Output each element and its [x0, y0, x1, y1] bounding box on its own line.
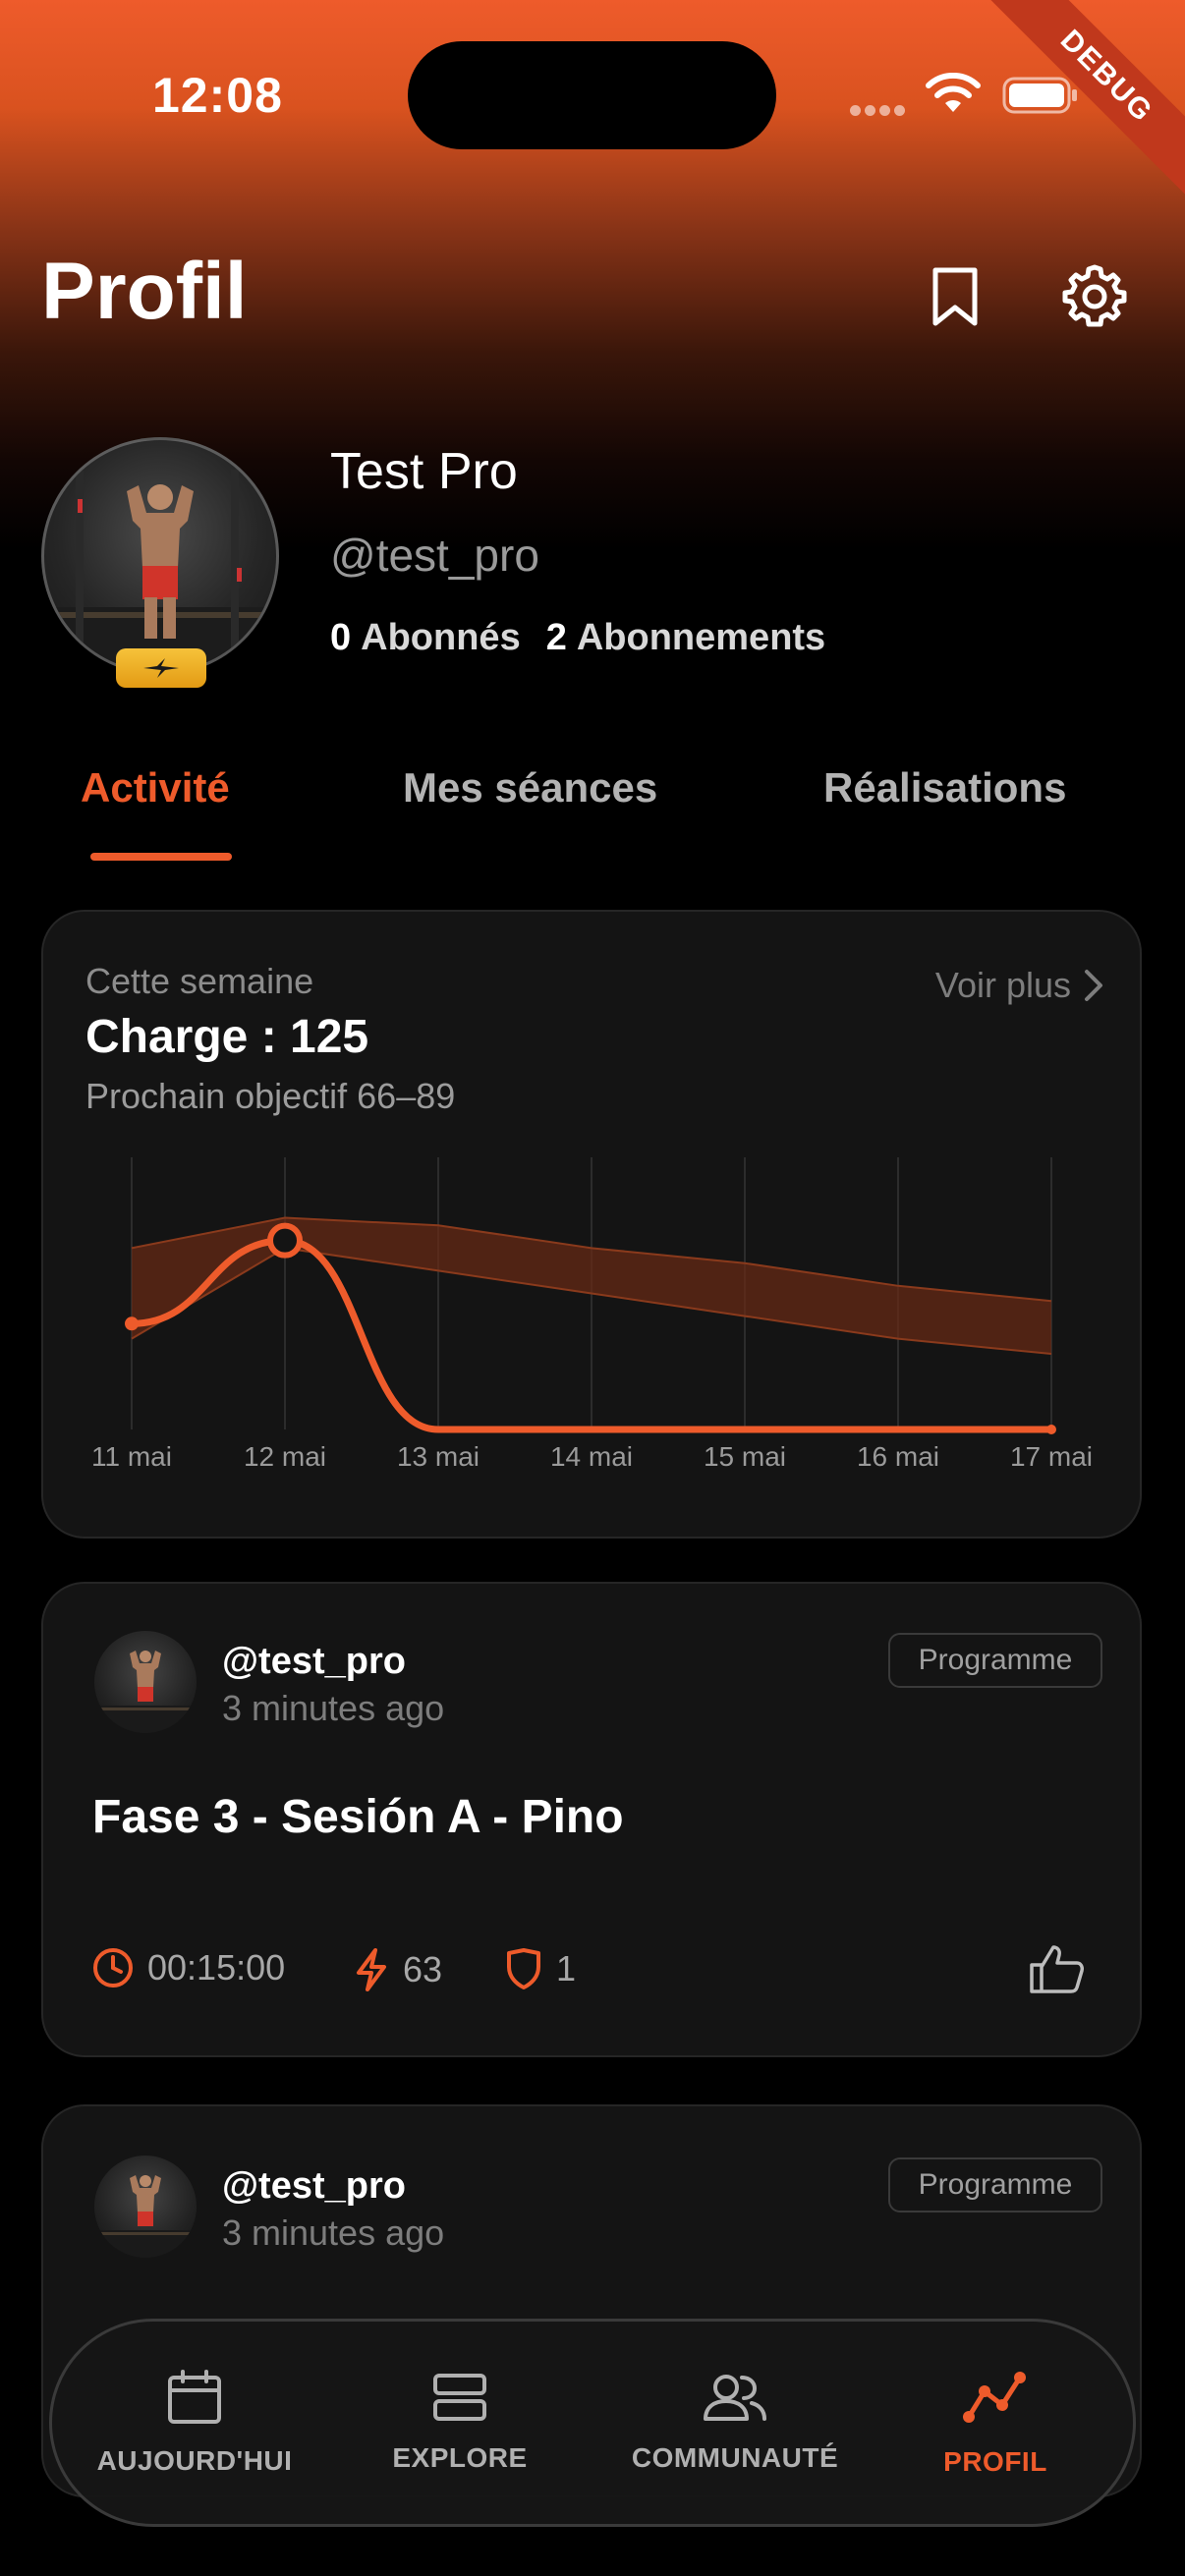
program-tag: Programme	[888, 2157, 1102, 2212]
charge-value: Charge : 125	[85, 1011, 369, 1063]
nav-today[interactable]: AUJOURD'HUI	[82, 2322, 308, 2524]
nav-today-label: AUJOURD'HUI	[96, 2445, 293, 2476]
x-tick-label: 11 mai	[91, 1441, 172, 1472]
lightning-icon	[143, 658, 179, 678]
nav-profile[interactable]: PROFIL	[887, 2322, 1103, 2524]
status-time: 12:08	[152, 68, 283, 123]
like-button[interactable]	[1028, 1943, 1085, 1999]
see-more-link[interactable]: Voir plus	[935, 965, 1104, 1006]
thumbs-up-icon	[1030, 1945, 1084, 1993]
followers-label: Abonnés	[361, 617, 521, 658]
calendar-icon	[168, 2370, 221, 2424]
week-label: Cette semaine	[85, 961, 314, 1001]
duration-stat: 00:15:00	[92, 1947, 285, 1988]
shield-count: 1	[556, 1948, 577, 1988]
post-avatar[interactable]	[94, 1631, 197, 1733]
avatar-photo	[44, 470, 276, 672]
battery-icon	[1002, 77, 1079, 114]
following-link[interactable]: 2 Abonnements	[546, 617, 826, 658]
gear-icon	[1062, 264, 1127, 327]
data-point	[1046, 1425, 1056, 1434]
followers-count: 0	[330, 617, 352, 658]
profile-avatar[interactable]	[41, 437, 279, 675]
post-avatar[interactable]	[94, 2156, 197, 2258]
data-point	[125, 1316, 139, 1331]
lightning-icon	[357, 1948, 386, 1991]
post-username[interactable]: @test_pro	[222, 2165, 406, 2208]
tab-activite[interactable]: Activité	[81, 764, 230, 812]
x-tick-label: 16 mai	[857, 1441, 939, 1472]
program-tag: Programme	[888, 1633, 1102, 1688]
trend-icon	[963, 2372, 1026, 2423]
highlighted-point	[267, 1222, 303, 1259]
followers-link[interactable]: 0 Abonnés	[330, 617, 521, 658]
active-tab-indicator	[90, 853, 232, 861]
layers-icon	[433, 2374, 486, 2421]
post-username[interactable]: @test_pro	[222, 1641, 406, 1683]
post-timestamp: 3 minutes ago	[222, 1688, 445, 1728]
users-icon	[704, 2375, 766, 2421]
shield-stat: 1	[505, 1947, 576, 1990]
wifi-icon	[924, 72, 983, 116]
clock-icon	[93, 1948, 133, 1988]
nav-profile-label: PROFIL	[943, 2446, 1047, 2477]
see-more-label: Voir plus	[934, 965, 1071, 1005]
x-tick-label: 13 mai	[397, 1441, 480, 1472]
next-goal: Prochain objectif 66–89	[85, 1076, 456, 1116]
x-tick-label: 12 mai	[244, 1441, 326, 1472]
display-name: Test Pro	[330, 443, 518, 500]
pro-badge	[116, 648, 206, 688]
follow-stats: 0 Abonnés 2 Abonnements	[330, 617, 825, 659]
x-tick-label: 14 mai	[550, 1441, 633, 1472]
bookmark-icon	[932, 267, 978, 326]
nav-community[interactable]: COMMUNAUTÉ	[612, 2322, 858, 2524]
nav-explore-label: EXPLORE	[392, 2442, 528, 2473]
load-chart: 11 mai 12 mai 13 mai 14 mai 15 mai 16 mai 17 m…	[91, 1157, 1093, 1472]
post-timestamp: 3 minutes ago	[222, 2212, 445, 2253]
x-tick-label: 17 mai	[1010, 1441, 1093, 1472]
dynamic-island	[408, 41, 776, 149]
cellular-signal-icon	[850, 103, 909, 117]
bottom-navigation: AUJOURD'HUI EXPLORE COMMUNAUTÉ PROFIL	[49, 2319, 1136, 2527]
page-title: Profil	[41, 247, 248, 336]
nav-explore[interactable]: EXPLORE	[347, 2322, 573, 2524]
bookmark-button[interactable]	[916, 257, 994, 336]
following-count: 2	[545, 617, 567, 658]
nav-community-label: COMMUNAUTÉ	[631, 2442, 839, 2473]
following-label: Abonnements	[576, 617, 826, 658]
chevron-right-icon	[1085, 970, 1102, 1001]
duration-value: 00:15:00	[147, 1947, 286, 1988]
load-value: 63	[403, 1949, 443, 1989]
load-stat: 63	[354, 1947, 442, 1992]
x-tick-label: 15 mai	[704, 1441, 786, 1472]
tab-realisations[interactable]: Réalisations	[823, 764, 1066, 812]
settings-button[interactable]	[1055, 257, 1134, 336]
tab-mes-seances[interactable]: Mes séances	[403, 764, 657, 812]
shield-icon	[507, 1948, 540, 1989]
post-title: Fase 3 - Sesión A - Pino	[92, 1791, 624, 1843]
username-handle: @test_pro	[330, 530, 539, 581]
